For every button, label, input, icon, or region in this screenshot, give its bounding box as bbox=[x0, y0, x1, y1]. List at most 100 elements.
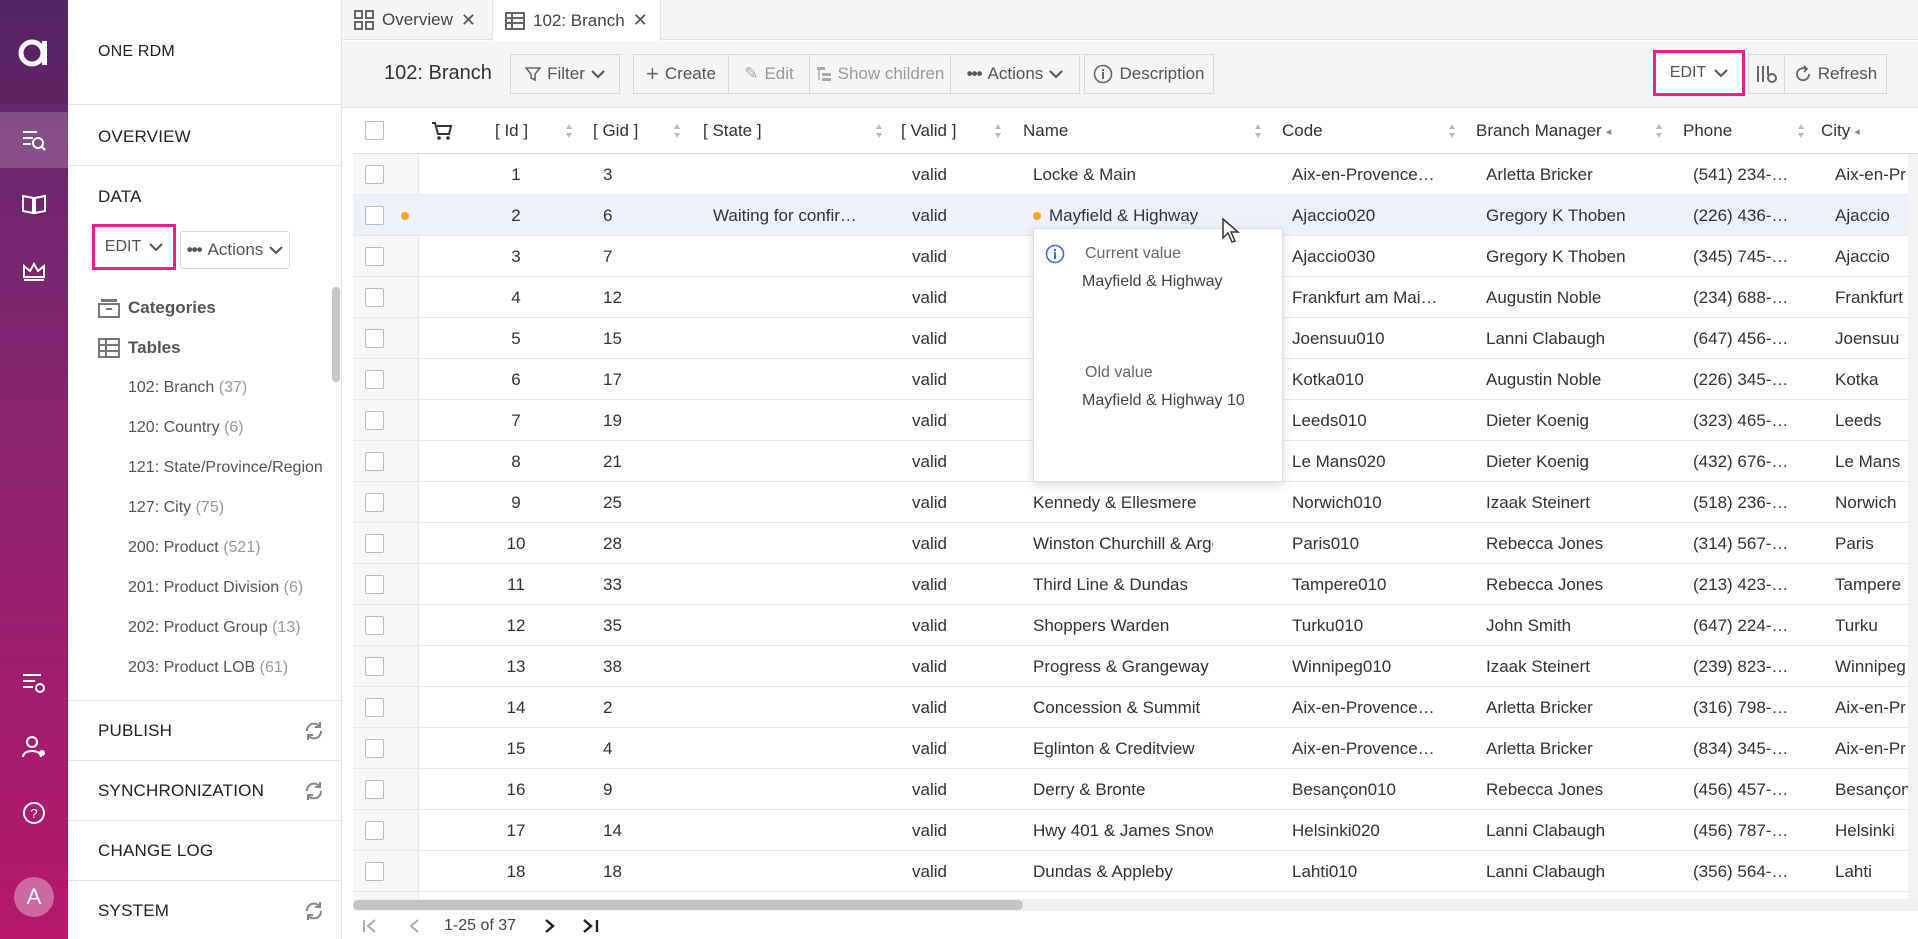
sync-icon[interactable] bbox=[303, 780, 325, 802]
cell-gid[interactable]: 2 bbox=[603, 687, 683, 728]
cell-gid[interactable]: 18 bbox=[603, 851, 683, 892]
cell-state[interactable] bbox=[713, 564, 893, 605]
cell-id[interactable]: 3 bbox=[496, 236, 536, 277]
cell-gid[interactable]: 19 bbox=[603, 400, 683, 441]
cell-branch-manager[interactable]: Augustin Noble bbox=[1486, 277, 1666, 318]
table-row[interactable]: 10 28 valid Winston Churchill & Arge… Paris0… bbox=[353, 523, 1918, 564]
table-row[interactable]: 13 38 valid Progress & Grangeway Winnipeg010… bbox=[353, 646, 1918, 687]
cell-state[interactable] bbox=[713, 851, 893, 892]
cell-code[interactable]: Norwich010 bbox=[1292, 482, 1472, 523]
sidebar-item-system[interactable]: SYSTEM bbox=[98, 901, 169, 921]
cell-city[interactable]: Lahti bbox=[1835, 851, 1915, 892]
column-header-gid[interactable]: [ Gid ] bbox=[593, 108, 638, 154]
sort-icon[interactable] bbox=[565, 122, 573, 140]
row-checkbox[interactable] bbox=[365, 165, 384, 184]
column-header-phone[interactable]: Phone bbox=[1683, 108, 1732, 154]
horizontal-scrollbar[interactable] bbox=[353, 900, 1023, 910]
rail-data-icon[interactable] bbox=[0, 112, 68, 168]
cell-valid[interactable]: valid bbox=[912, 236, 1012, 277]
rail-crown-icon[interactable] bbox=[0, 243, 68, 299]
cell-city[interactable]: Turku bbox=[1835, 605, 1915, 646]
cell-city[interactable]: Aix-en-Pr bbox=[1835, 728, 1915, 769]
rail-settings-list-icon[interactable] bbox=[0, 655, 68, 711]
cell-city[interactable]: Kotka bbox=[1835, 359, 1915, 400]
cell-name[interactable]: Winston Churchill & Arge… bbox=[1033, 523, 1213, 564]
cell-city[interactable]: Le Mans bbox=[1835, 441, 1915, 482]
cell-code[interactable]: Joensuu010 bbox=[1292, 318, 1472, 359]
cell-state[interactable] bbox=[713, 810, 893, 851]
close-icon[interactable]: ✕ bbox=[461, 10, 476, 31]
sidebar-item-data[interactable]: DATA bbox=[98, 187, 142, 207]
cell-code[interactable]: Le Mans020 bbox=[1292, 441, 1472, 482]
cell-gid[interactable]: 38 bbox=[603, 646, 683, 687]
cell-branch-manager[interactable]: Gregory K Thoben bbox=[1486, 236, 1666, 277]
cell-valid[interactable]: valid bbox=[912, 359, 1012, 400]
cell-branch-manager[interactable]: Arletta Bricker bbox=[1486, 728, 1666, 769]
sort-icon[interactable] bbox=[1797, 122, 1805, 140]
cell-valid[interactable]: valid bbox=[912, 605, 1012, 646]
cell-id[interactable]: 13 bbox=[496, 646, 536, 687]
cell-code[interactable]: Ajaccio020 bbox=[1292, 195, 1472, 236]
sort-icon[interactable] bbox=[1655, 122, 1663, 140]
cell-city[interactable]: Ajaccio bbox=[1835, 236, 1915, 277]
next-page-icon[interactable] bbox=[542, 915, 558, 937]
cell-city[interactable]: Winnipeg bbox=[1835, 646, 1915, 687]
cell-name[interactable]: Derry & Bronte bbox=[1033, 769, 1213, 810]
filter-button[interactable]: Filter bbox=[510, 54, 620, 94]
cell-gid[interactable]: 12 bbox=[603, 277, 683, 318]
description-button[interactable]: Description bbox=[1084, 54, 1214, 94]
edit-button[interactable]: ✎ Edit bbox=[728, 54, 810, 94]
sidebar-table-item[interactable]: 121: State/Province/Region bbox=[128, 459, 323, 477]
sidebar-item-overview[interactable]: OVERVIEW bbox=[98, 127, 191, 147]
cell-gid[interactable]: 33 bbox=[603, 564, 683, 605]
cell-city[interactable]: Besançon bbox=[1835, 769, 1915, 810]
cell-city[interactable]: Helsinki bbox=[1835, 810, 1915, 851]
cell-city[interactable]: Aix-en-Pr bbox=[1835, 154, 1915, 195]
cell-state[interactable] bbox=[713, 236, 893, 277]
cell-id[interactable]: 16 bbox=[496, 769, 536, 810]
cell-valid[interactable]: valid bbox=[912, 810, 1012, 851]
sidebar-table-item[interactable]: 203: Product LOB (61) bbox=[128, 659, 288, 677]
cell-code[interactable]: Turku010 bbox=[1292, 605, 1472, 646]
prev-page-icon[interactable] bbox=[406, 915, 422, 937]
sort-icon[interactable] bbox=[875, 122, 883, 140]
row-checkbox[interactable] bbox=[365, 698, 384, 717]
sidebar-categories[interactable]: Categories bbox=[98, 298, 216, 318]
sidebar-scrollbar[interactable] bbox=[332, 287, 340, 382]
sidebar-table-item[interactable]: 102: Branch (37) bbox=[128, 379, 247, 397]
sort-icon[interactable] bbox=[1448, 122, 1456, 140]
sidebar-edit-dropdown[interactable]: EDIT bbox=[92, 224, 176, 270]
cell-valid[interactable]: valid bbox=[912, 523, 1012, 564]
cell-valid[interactable]: valid bbox=[912, 482, 1012, 523]
row-checkbox[interactable] bbox=[365, 206, 384, 225]
cell-id[interactable]: 5 bbox=[496, 318, 536, 359]
cell-valid[interactable]: valid bbox=[912, 687, 1012, 728]
cell-id[interactable]: 2 bbox=[496, 195, 536, 236]
cell-state[interactable] bbox=[713, 523, 893, 564]
row-checkbox[interactable] bbox=[365, 370, 384, 389]
cell-city[interactable]: Frankfurt bbox=[1835, 277, 1915, 318]
cell-gid[interactable]: 21 bbox=[603, 441, 683, 482]
cell-gid[interactable]: 14 bbox=[603, 810, 683, 851]
column-header-id[interactable]: [ Id ] bbox=[495, 108, 528, 154]
cell-id[interactable]: 15 bbox=[496, 728, 536, 769]
create-button[interactable]: + Create bbox=[633, 54, 729, 94]
cell-id[interactable]: 17 bbox=[496, 810, 536, 851]
row-checkbox[interactable] bbox=[365, 780, 384, 799]
cell-gid[interactable]: 17 bbox=[603, 359, 683, 400]
sort-icon[interactable] bbox=[1254, 122, 1262, 140]
cell-branch-manager[interactable]: Augustin Noble bbox=[1486, 359, 1666, 400]
cell-state[interactable] bbox=[713, 482, 893, 523]
column-header-code[interactable]: Code bbox=[1282, 108, 1323, 154]
column-settings-button[interactable] bbox=[1748, 54, 1784, 94]
close-icon[interactable]: ✕ bbox=[633, 10, 648, 31]
cell-city[interactable]: Leeds bbox=[1835, 400, 1915, 441]
cell-city[interactable]: Aix-en-Pr bbox=[1835, 687, 1915, 728]
cell-name[interactable]: Hwy 401 & James Snow … bbox=[1033, 810, 1213, 851]
cell-valid[interactable]: valid bbox=[912, 277, 1012, 318]
vertical-scrollbar[interactable] bbox=[1908, 154, 1918, 899]
cell-id[interactable]: 1 bbox=[496, 154, 536, 195]
cell-state[interactable] bbox=[713, 359, 893, 400]
cart-icon[interactable] bbox=[431, 108, 453, 154]
cell-state[interactable] bbox=[713, 277, 893, 318]
